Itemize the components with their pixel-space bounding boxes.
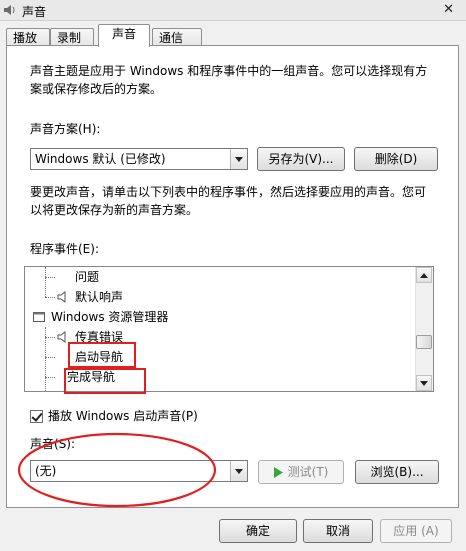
tree-line [45, 277, 55, 278]
scroll-up-icon[interactable] [416, 267, 432, 283]
scheme-label: 声音方案(H): [30, 122, 101, 136]
tab-sounds[interactable]: 声音 [98, 24, 150, 47]
intro-line-2: 案或保存修改后的方案。 [30, 82, 163, 96]
chevron-down-icon[interactable] [230, 461, 247, 481]
scroll-down-icon[interactable] [416, 375, 432, 391]
list-item[interactable]: 默认响声 [75, 287, 123, 307]
annotation-box [64, 368, 146, 394]
events-label: 程序事件(E): [30, 242, 99, 256]
instruction-line-2: 以将更改保存为新的声音方案。 [30, 203, 199, 217]
apply-button[interactable]: 应用 (A) [380, 519, 452, 543]
scroll-thumb[interactable] [416, 335, 432, 349]
window-title: 声音 [22, 5, 47, 19]
ok-button[interactable]: 确定 [219, 519, 297, 543]
title-bar: 声音 ✕ [0, 0, 466, 21]
scheme-dropdown[interactable]: Windows 默认 (已修改) [30, 148, 248, 170]
tree-line [45, 267, 46, 297]
scheme-value: Windows 默认 (已修改) [35, 152, 166, 166]
tree-line [45, 297, 55, 298]
tree-line [45, 357, 55, 358]
annotation-box [68, 342, 136, 368]
list-item-group[interactable]: Windows 资源管理器 [51, 307, 168, 327]
event-group-label: Windows 资源管理器 [51, 310, 169, 324]
sound-label: 声音(S): [30, 437, 76, 451]
folder-window-icon [33, 312, 45, 322]
speaker-app-icon [4, 5, 15, 15]
tree-line [45, 377, 55, 378]
browse-button[interactable]: 浏览(B)... [355, 460, 439, 484]
list-item[interactable]: 问题 [75, 267, 99, 287]
chevron-down-icon[interactable] [230, 149, 247, 169]
save-as-button[interactable]: 另存为(V)... [257, 147, 345, 171]
sound-value: (无) [35, 464, 57, 478]
test-button[interactable]: 测试(T) [258, 460, 344, 484]
play-icon [274, 467, 283, 478]
instruction-line-1: 要更改声音，请单击以下列表中的程序事件，然后选择要应用的声音。您可 [30, 185, 427, 199]
event-label: 问题 [75, 270, 100, 284]
startup-sound-label: 播放 Windows 启动声音(P) [48, 409, 198, 423]
test-label: 测试(T) [287, 465, 329, 479]
cancel-button[interactable]: 取消 [303, 519, 373, 543]
tree-line [45, 337, 55, 338]
close-icon[interactable]: ✕ [443, 2, 454, 17]
sound-dropdown[interactable]: (无) [30, 460, 248, 482]
intro-line-1: 声音主题是应用于 Windows 和程序事件中的一组声音。您可以选择现有方 [30, 64, 428, 78]
events-scrollbar[interactable] [415, 267, 433, 391]
startup-sound-checkbox[interactable] [30, 410, 43, 423]
delete-button[interactable]: 删除(D) [354, 147, 438, 171]
speaker-icon [57, 291, 66, 303]
event-label: 默认响声 [75, 290, 124, 304]
